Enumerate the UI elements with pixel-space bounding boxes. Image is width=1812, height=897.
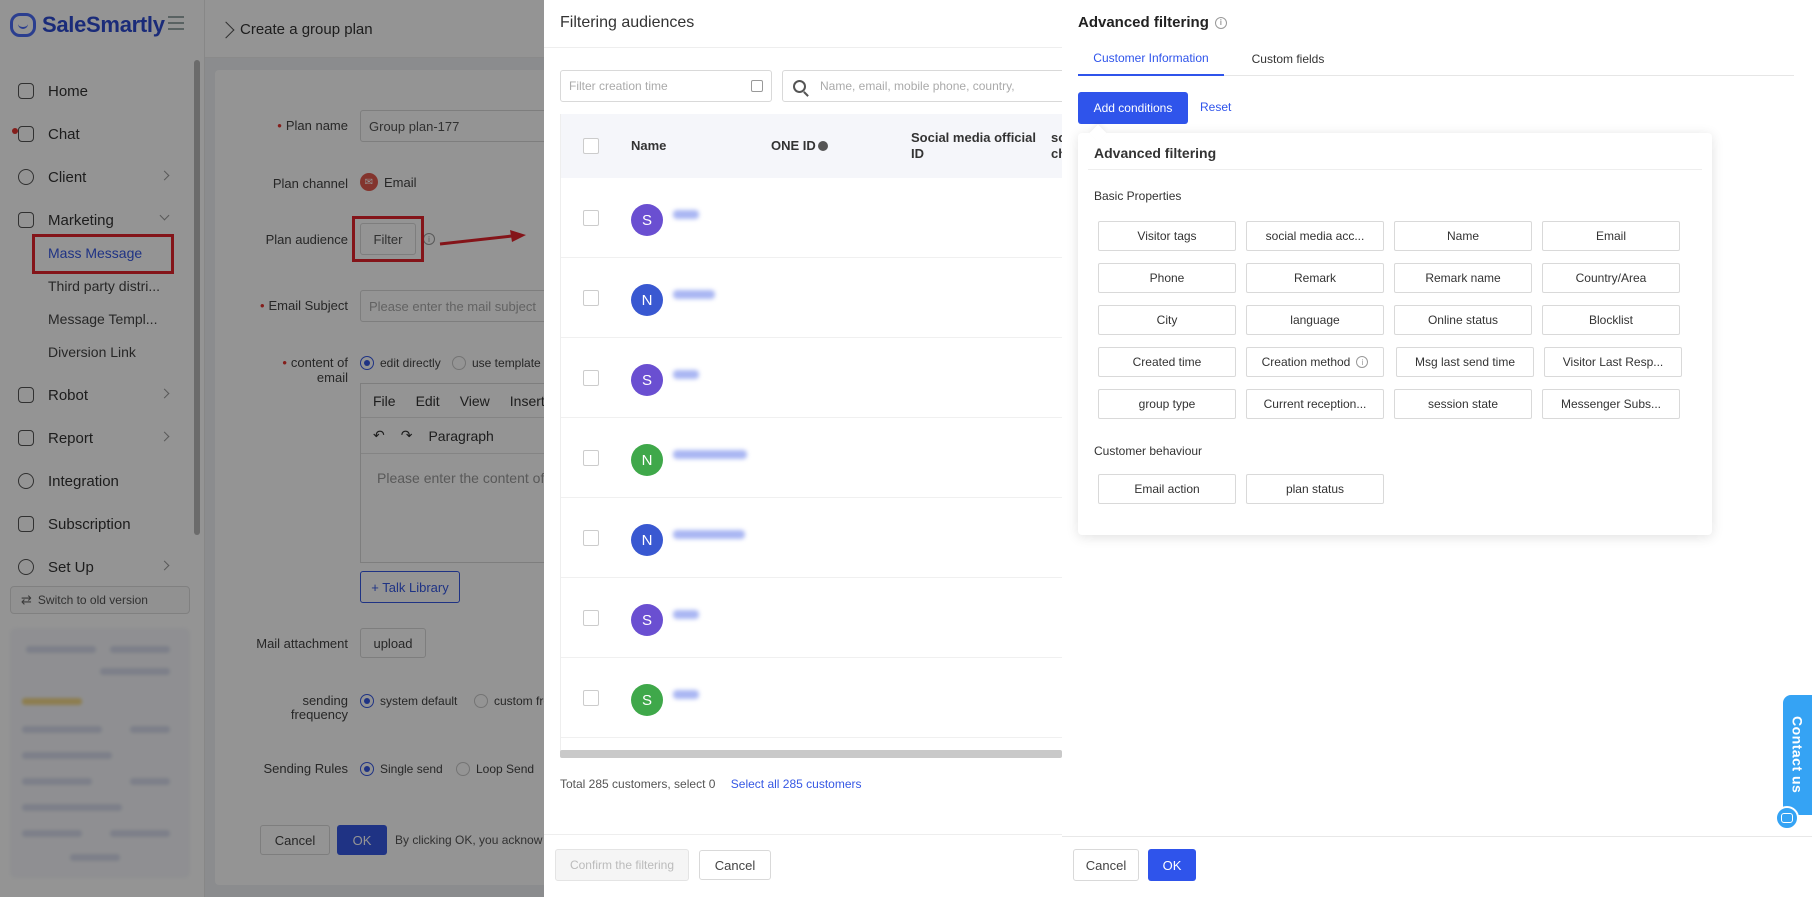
chat-bubble-icon[interactable] bbox=[1775, 806, 1799, 830]
customer-name-redacted[interactable] bbox=[673, 690, 699, 699]
customer-name-redacted[interactable] bbox=[673, 290, 715, 299]
condition-chip[interactable]: social media acc... bbox=[1246, 221, 1384, 251]
avatar: S bbox=[631, 364, 663, 396]
avatar: N bbox=[631, 444, 663, 476]
customer-behaviour-label: Customer behaviour bbox=[1094, 444, 1203, 458]
info-icon: i bbox=[1356, 356, 1369, 368]
advanced-cancel-button[interactable]: Cancel bbox=[1073, 849, 1139, 881]
condition-chip[interactable]: session state bbox=[1394, 389, 1532, 419]
table-row[interactable]: S bbox=[561, 658, 1063, 738]
table-horizontal-scrollbar[interactable] bbox=[560, 750, 1062, 758]
table-row[interactable]: N bbox=[561, 418, 1063, 498]
row-checkbox[interactable] bbox=[583, 530, 599, 546]
search-icon bbox=[793, 79, 806, 93]
calendar-icon bbox=[751, 80, 763, 92]
audience-table: Name ONE ID Social media official ID so … bbox=[560, 114, 1063, 754]
app-root: SaleSmartly Home Chat Client Marketing M… bbox=[0, 0, 1812, 897]
add-conditions-button[interactable]: Add conditions bbox=[1078, 92, 1188, 124]
tab-custom-fields[interactable]: Custom fields bbox=[1238, 42, 1338, 76]
select-all-checkbox[interactable] bbox=[583, 138, 599, 154]
customer-name-redacted[interactable] bbox=[673, 370, 699, 379]
drawer-title: Filtering audiences bbox=[544, 0, 1062, 48]
table-row[interactable]: S bbox=[561, 578, 1063, 658]
contact-us-tab[interactable]: Contact us bbox=[1783, 695, 1812, 815]
advanced-filtering-footer: Cancel OK bbox=[1062, 836, 1812, 897]
condition-chip[interactable]: Visitor tags bbox=[1098, 221, 1236, 251]
filtering-audiences-drawer: Filtering audiences Filter creation time… bbox=[544, 0, 1082, 897]
condition-chip[interactable]: Visitor Last Resp... bbox=[1544, 347, 1682, 377]
condition-chip[interactable]: language bbox=[1246, 305, 1384, 335]
divider bbox=[1088, 169, 1702, 170]
filter-tabs: Customer Information Custom fields bbox=[1078, 42, 1794, 76]
condition-chip[interactable]: Remark bbox=[1246, 263, 1384, 293]
audience-drawer-footer: Confirm the filtering Cancel bbox=[544, 834, 1062, 897]
tab-customer-information[interactable]: Customer Information bbox=[1078, 42, 1224, 76]
total-summary: Total 285 customers, select 0 Select all… bbox=[560, 777, 862, 791]
avatar: S bbox=[631, 204, 663, 236]
condition-chip[interactable]: Phone bbox=[1098, 263, 1236, 293]
reset-link[interactable]: Reset bbox=[1200, 100, 1231, 114]
condition-chip[interactable]: Remark name bbox=[1394, 263, 1532, 293]
customer-name-redacted[interactable] bbox=[673, 610, 699, 619]
table-row[interactable]: S bbox=[561, 178, 1063, 258]
row-checkbox[interactable] bbox=[583, 610, 599, 626]
avatar: N bbox=[631, 284, 663, 316]
row-checkbox[interactable] bbox=[583, 690, 599, 706]
audience-search-input[interactable]: Name, email, mobile phone, country, bbox=[782, 70, 1082, 102]
customer-name-redacted[interactable] bbox=[673, 450, 747, 459]
confirm-filtering-button[interactable]: Confirm the filtering bbox=[555, 849, 689, 881]
condition-chip[interactable]: Name bbox=[1394, 221, 1532, 251]
col-social-id: Social media official ID bbox=[911, 129, 1036, 161]
customer-name-redacted[interactable] bbox=[673, 210, 699, 219]
basic-properties-label: Basic Properties bbox=[1094, 189, 1182, 203]
audience-cancel-button[interactable]: Cancel bbox=[699, 850, 771, 880]
condition-chip[interactable]: Email bbox=[1542, 221, 1680, 251]
behaviour-chip[interactable]: plan status bbox=[1246, 474, 1384, 504]
avatar: N bbox=[631, 524, 663, 556]
condition-chip[interactable]: Current reception... bbox=[1246, 389, 1384, 419]
condition-chip[interactable]: Creation method i bbox=[1246, 347, 1384, 377]
table-row[interactable]: S bbox=[561, 338, 1063, 418]
row-checkbox[interactable] bbox=[583, 370, 599, 386]
col-name: Name bbox=[631, 137, 667, 153]
condition-chip[interactable]: Msg last send time bbox=[1396, 347, 1534, 377]
advanced-ok-button[interactable]: OK bbox=[1148, 849, 1196, 881]
condition-chip[interactable]: group type bbox=[1098, 389, 1236, 419]
advanced-filtering-title: Advanced filtering i bbox=[1078, 14, 1227, 31]
popover-arrow bbox=[1089, 124, 1107, 142]
table-row[interactable]: N bbox=[561, 498, 1063, 578]
avatar: S bbox=[631, 604, 663, 636]
avatar: S bbox=[631, 684, 663, 716]
row-checkbox[interactable] bbox=[583, 450, 599, 466]
advanced-filtering-drawer: Advanced filtering i Customer Informatio… bbox=[1062, 0, 1812, 897]
condition-chip[interactable]: Messenger Subs... bbox=[1542, 389, 1680, 419]
col-one-id: ONE ID bbox=[771, 114, 828, 178]
condition-chip[interactable]: Created time bbox=[1098, 347, 1236, 377]
popover-title: Advanced filtering bbox=[1094, 145, 1217, 161]
select-all-link[interactable]: Select all 285 customers bbox=[731, 777, 862, 791]
condition-chip[interactable]: City bbox=[1098, 305, 1236, 335]
row-checkbox[interactable] bbox=[583, 290, 599, 306]
customer-name-redacted[interactable] bbox=[673, 530, 745, 539]
creation-time-filter[interactable]: Filter creation time bbox=[560, 70, 772, 102]
condition-chip[interactable]: Online status bbox=[1394, 305, 1532, 335]
conditions-popover: Advanced filtering Basic Properties Visi… bbox=[1078, 124, 1712, 535]
behaviour-chip[interactable]: Email action bbox=[1098, 474, 1236, 504]
table-row[interactable]: N bbox=[561, 258, 1063, 338]
info-icon[interactable]: i bbox=[1214, 16, 1227, 29]
condition-chip[interactable]: Blocklist bbox=[1542, 305, 1680, 335]
row-checkbox[interactable] bbox=[583, 210, 599, 226]
condition-chip[interactable]: Country/Area bbox=[1542, 263, 1680, 293]
audience-search-bar: Filter creation time Name, email, mobile… bbox=[560, 70, 1082, 102]
